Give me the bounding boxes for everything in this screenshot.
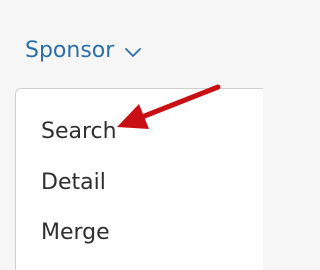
sponsor-menu-label: Sponsor xyxy=(25,38,115,63)
menu-item-detail[interactable]: Detail xyxy=(41,172,106,194)
menu-item-merge[interactable]: Merge xyxy=(41,222,110,244)
menu-item-search[interactable]: Search xyxy=(41,121,117,143)
sponsor-menu-button[interactable]: Sponsor xyxy=(25,35,142,67)
chevron-down-icon xyxy=(124,44,142,58)
sponsor-dropdown-menu: Search Detail Merge xyxy=(15,88,263,270)
